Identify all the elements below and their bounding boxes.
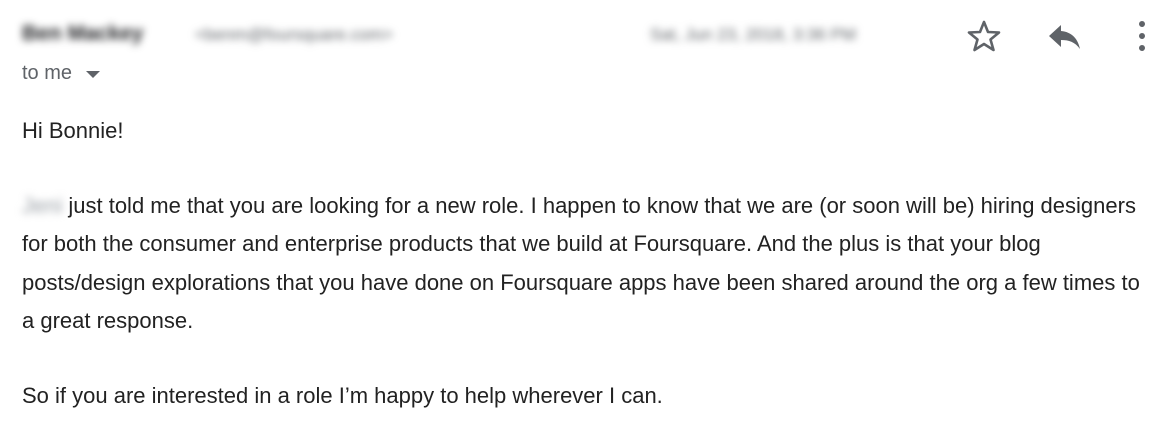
- reply-icon[interactable]: [1044, 18, 1084, 54]
- recipient-label: to me: [22, 62, 73, 84]
- star-icon[interactable]: [966, 18, 1002, 54]
- recipient-toggle[interactable]: to me: [22, 62, 101, 85]
- caret-down-icon: [86, 71, 101, 78]
- greeting: Hi Bonnie!: [22, 118, 124, 143]
- email-header: Ben Mackey <benm@foursquare.com> Sat, Ju…: [0, 0, 1174, 100]
- paragraph-1-text: just told me that you are looking for a …: [22, 192, 1140, 334]
- paragraph-2: So if you are interested in a role I’m h…: [22, 382, 663, 408]
- message-date: Sat, Jun 23, 2018, 3:36 PM: [650, 25, 857, 44]
- sender-name: Ben Mackey: [22, 22, 144, 45]
- more-options-icon[interactable]: [1128, 16, 1156, 56]
- sender-email: <benm@foursquare.com>: [195, 25, 393, 44]
- redacted-referrer-name: Jeni: [22, 192, 63, 218]
- paragraph-1: Jeni just told me that you are looking fo…: [22, 187, 1152, 341]
- message-body: Hi Bonnie! Jeni just told me that you are…: [22, 112, 1152, 415]
